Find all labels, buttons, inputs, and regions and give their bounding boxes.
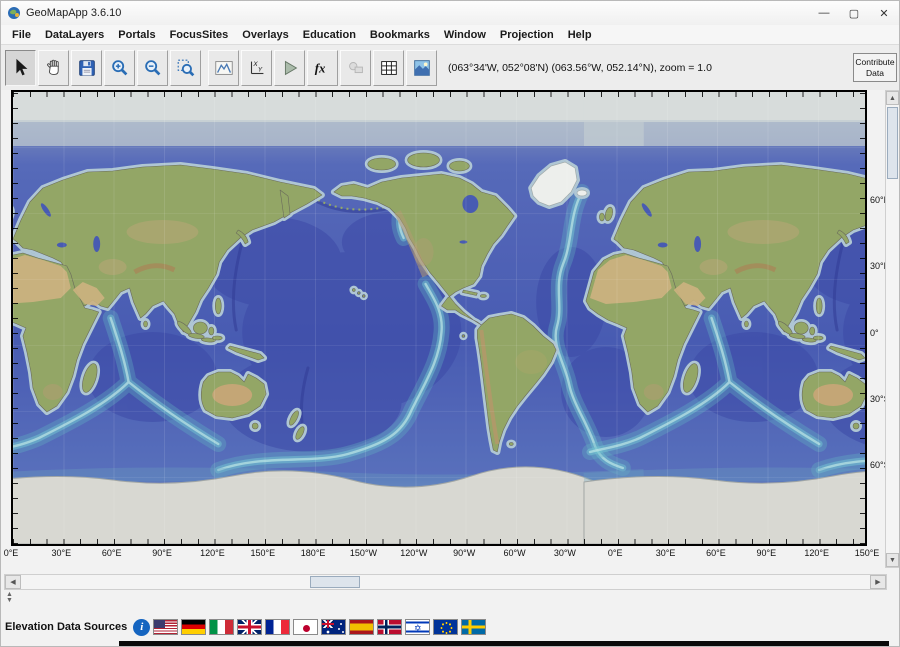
vertical-scroll-thumb[interactable] (887, 107, 898, 179)
scroll-up-button[interactable]: ▲ (886, 91, 899, 105)
menu-projection[interactable]: Projection (493, 29, 561, 41)
map-viewport[interactable] (11, 90, 867, 546)
title-bar: GeoMapApp 3.6.10 — ▢ ✕ (1, 1, 899, 25)
shapes-button-disabled (340, 50, 371, 86)
xy-plot-button[interactable]: XY (241, 50, 272, 86)
grid-icon (378, 57, 400, 79)
close-button[interactable]: ✕ (869, 1, 899, 25)
hand-icon (43, 57, 65, 79)
flag-united-kingdom[interactable] (237, 619, 262, 635)
zoom-in-button[interactable] (104, 50, 135, 86)
image-layers-button[interactable] (406, 50, 437, 86)
floppy-disk-icon (76, 57, 98, 79)
menu-help[interactable]: Help (561, 29, 599, 41)
menu-bar: File DataLayers Portals FocusSites Overl… (1, 25, 899, 45)
window-title: GeoMapApp 3.6.10 (26, 7, 121, 19)
select-tool-button[interactable] (5, 50, 36, 86)
lon-label: 150°W (350, 548, 377, 558)
function-button[interactable]: fx (307, 50, 338, 86)
horizontal-scrollbar[interactable]: ◀ ▶ (4, 574, 887, 590)
bottom-divider-bar (119, 641, 889, 647)
info-icon[interactable] (133, 619, 150, 636)
lon-label: 0°E (608, 548, 623, 558)
flag-germany[interactable] (181, 619, 206, 635)
profile-chart-icon (213, 57, 235, 79)
maximize-button[interactable]: ▢ (839, 1, 869, 25)
profile-tool-button[interactable] (208, 50, 239, 86)
scroll-left-button[interactable]: ◀ (5, 575, 21, 589)
scroll-down-button[interactable]: ▼ (886, 553, 899, 567)
app-logo-icon (7, 6, 21, 20)
menu-education[interactable]: Education (296, 29, 363, 41)
flag-japan[interactable] (293, 619, 318, 635)
menu-focussites[interactable]: FocusSites (163, 29, 236, 41)
svg-text:Y: Y (257, 66, 262, 73)
longitude-axis-labels: 0°E 30°E 60°E 90°E 120°E 150°E 180°E 150… (11, 548, 867, 560)
app-window: GeoMapApp 3.6.10 — ▢ ✕ File DataLayers P… (0, 0, 900, 647)
xy-axes-icon: XY (246, 57, 268, 79)
menu-overlays[interactable]: Overlays (235, 29, 295, 41)
horizontal-scroll-thumb[interactable] (310, 576, 360, 588)
lon-label: 90°E (756, 548, 776, 558)
flag-france[interactable] (265, 619, 290, 635)
menu-portals[interactable]: Portals (111, 29, 162, 41)
fx-icon: fx (312, 57, 334, 79)
panel-splitter-toggle[interactable]: ▲▼ (6, 592, 13, 604)
lon-label: 30°E (656, 548, 676, 558)
lon-label: 120°E (804, 548, 829, 558)
magnifier-plus-icon (109, 57, 131, 79)
zoom-box-button[interactable] (170, 50, 201, 86)
menu-window[interactable]: Window (437, 29, 493, 41)
vertical-scrollbar[interactable]: ▲ ▼ (885, 90, 900, 568)
svg-text:fx: fx (314, 61, 325, 75)
magnifier-minus-icon (142, 57, 164, 79)
flag-usa[interactable] (153, 619, 178, 635)
flag-italy[interactable] (209, 619, 234, 635)
flag-israel[interactable] (405, 619, 430, 635)
flag-australia[interactable] (321, 619, 346, 635)
menu-bookmarks[interactable]: Bookmarks (363, 29, 437, 41)
play-arrow-icon (279, 57, 301, 79)
lon-label: 60°E (102, 548, 122, 558)
contribute-data-button[interactable]: Contribute Data (853, 53, 897, 81)
world-map[interactable] (13, 92, 865, 544)
lon-label: 150°E (250, 548, 275, 558)
flag-european-union[interactable] (433, 619, 458, 635)
map-image-icon (411, 57, 433, 79)
zoom-out-button[interactable] (137, 50, 168, 86)
status-bar: Elevation Data Sources (1, 613, 899, 641)
flag-sweden[interactable] (461, 619, 486, 635)
magnifier-box-icon (175, 57, 197, 79)
lon-label: 180°E (301, 548, 326, 558)
lon-label: 90°W (453, 548, 475, 558)
lon-label: 0°E (4, 548, 19, 558)
menu-datalayers[interactable]: DataLayers (38, 29, 111, 41)
shapes-icon (345, 57, 367, 79)
cursor-coordinates-readout: (063°34'W, 052°08'N) (063.56°W, 052.14°N… (448, 62, 712, 74)
lon-label: 30°E (52, 548, 72, 558)
lon-label: 150°E (855, 548, 880, 558)
lon-label: 30°W (554, 548, 576, 558)
save-button[interactable] (71, 50, 102, 86)
tool-bar: XY fx (063°34'W, 052°08'N) (063.56°W, 05… (1, 45, 899, 90)
lon-label: 60°E (706, 548, 726, 558)
pan-tool-button[interactable] (38, 50, 69, 86)
lon-label: 60°W (503, 548, 525, 558)
lon-label: 120°E (200, 548, 225, 558)
lat-label: 0° (870, 328, 879, 338)
grid-table-button[interactable] (373, 50, 404, 86)
minimize-button[interactable]: — (809, 1, 839, 25)
lon-label: 90°E (152, 548, 172, 558)
lon-label: 120°W (400, 548, 427, 558)
flag-norway[interactable] (377, 619, 402, 635)
elevation-sources-label: Elevation Data Sources (5, 621, 127, 633)
digitize-button[interactable] (274, 50, 305, 86)
pointer-icon (10, 57, 32, 79)
menu-file[interactable]: File (5, 29, 38, 41)
scroll-right-button[interactable]: ▶ (870, 575, 886, 589)
flag-spain[interactable] (349, 619, 374, 635)
